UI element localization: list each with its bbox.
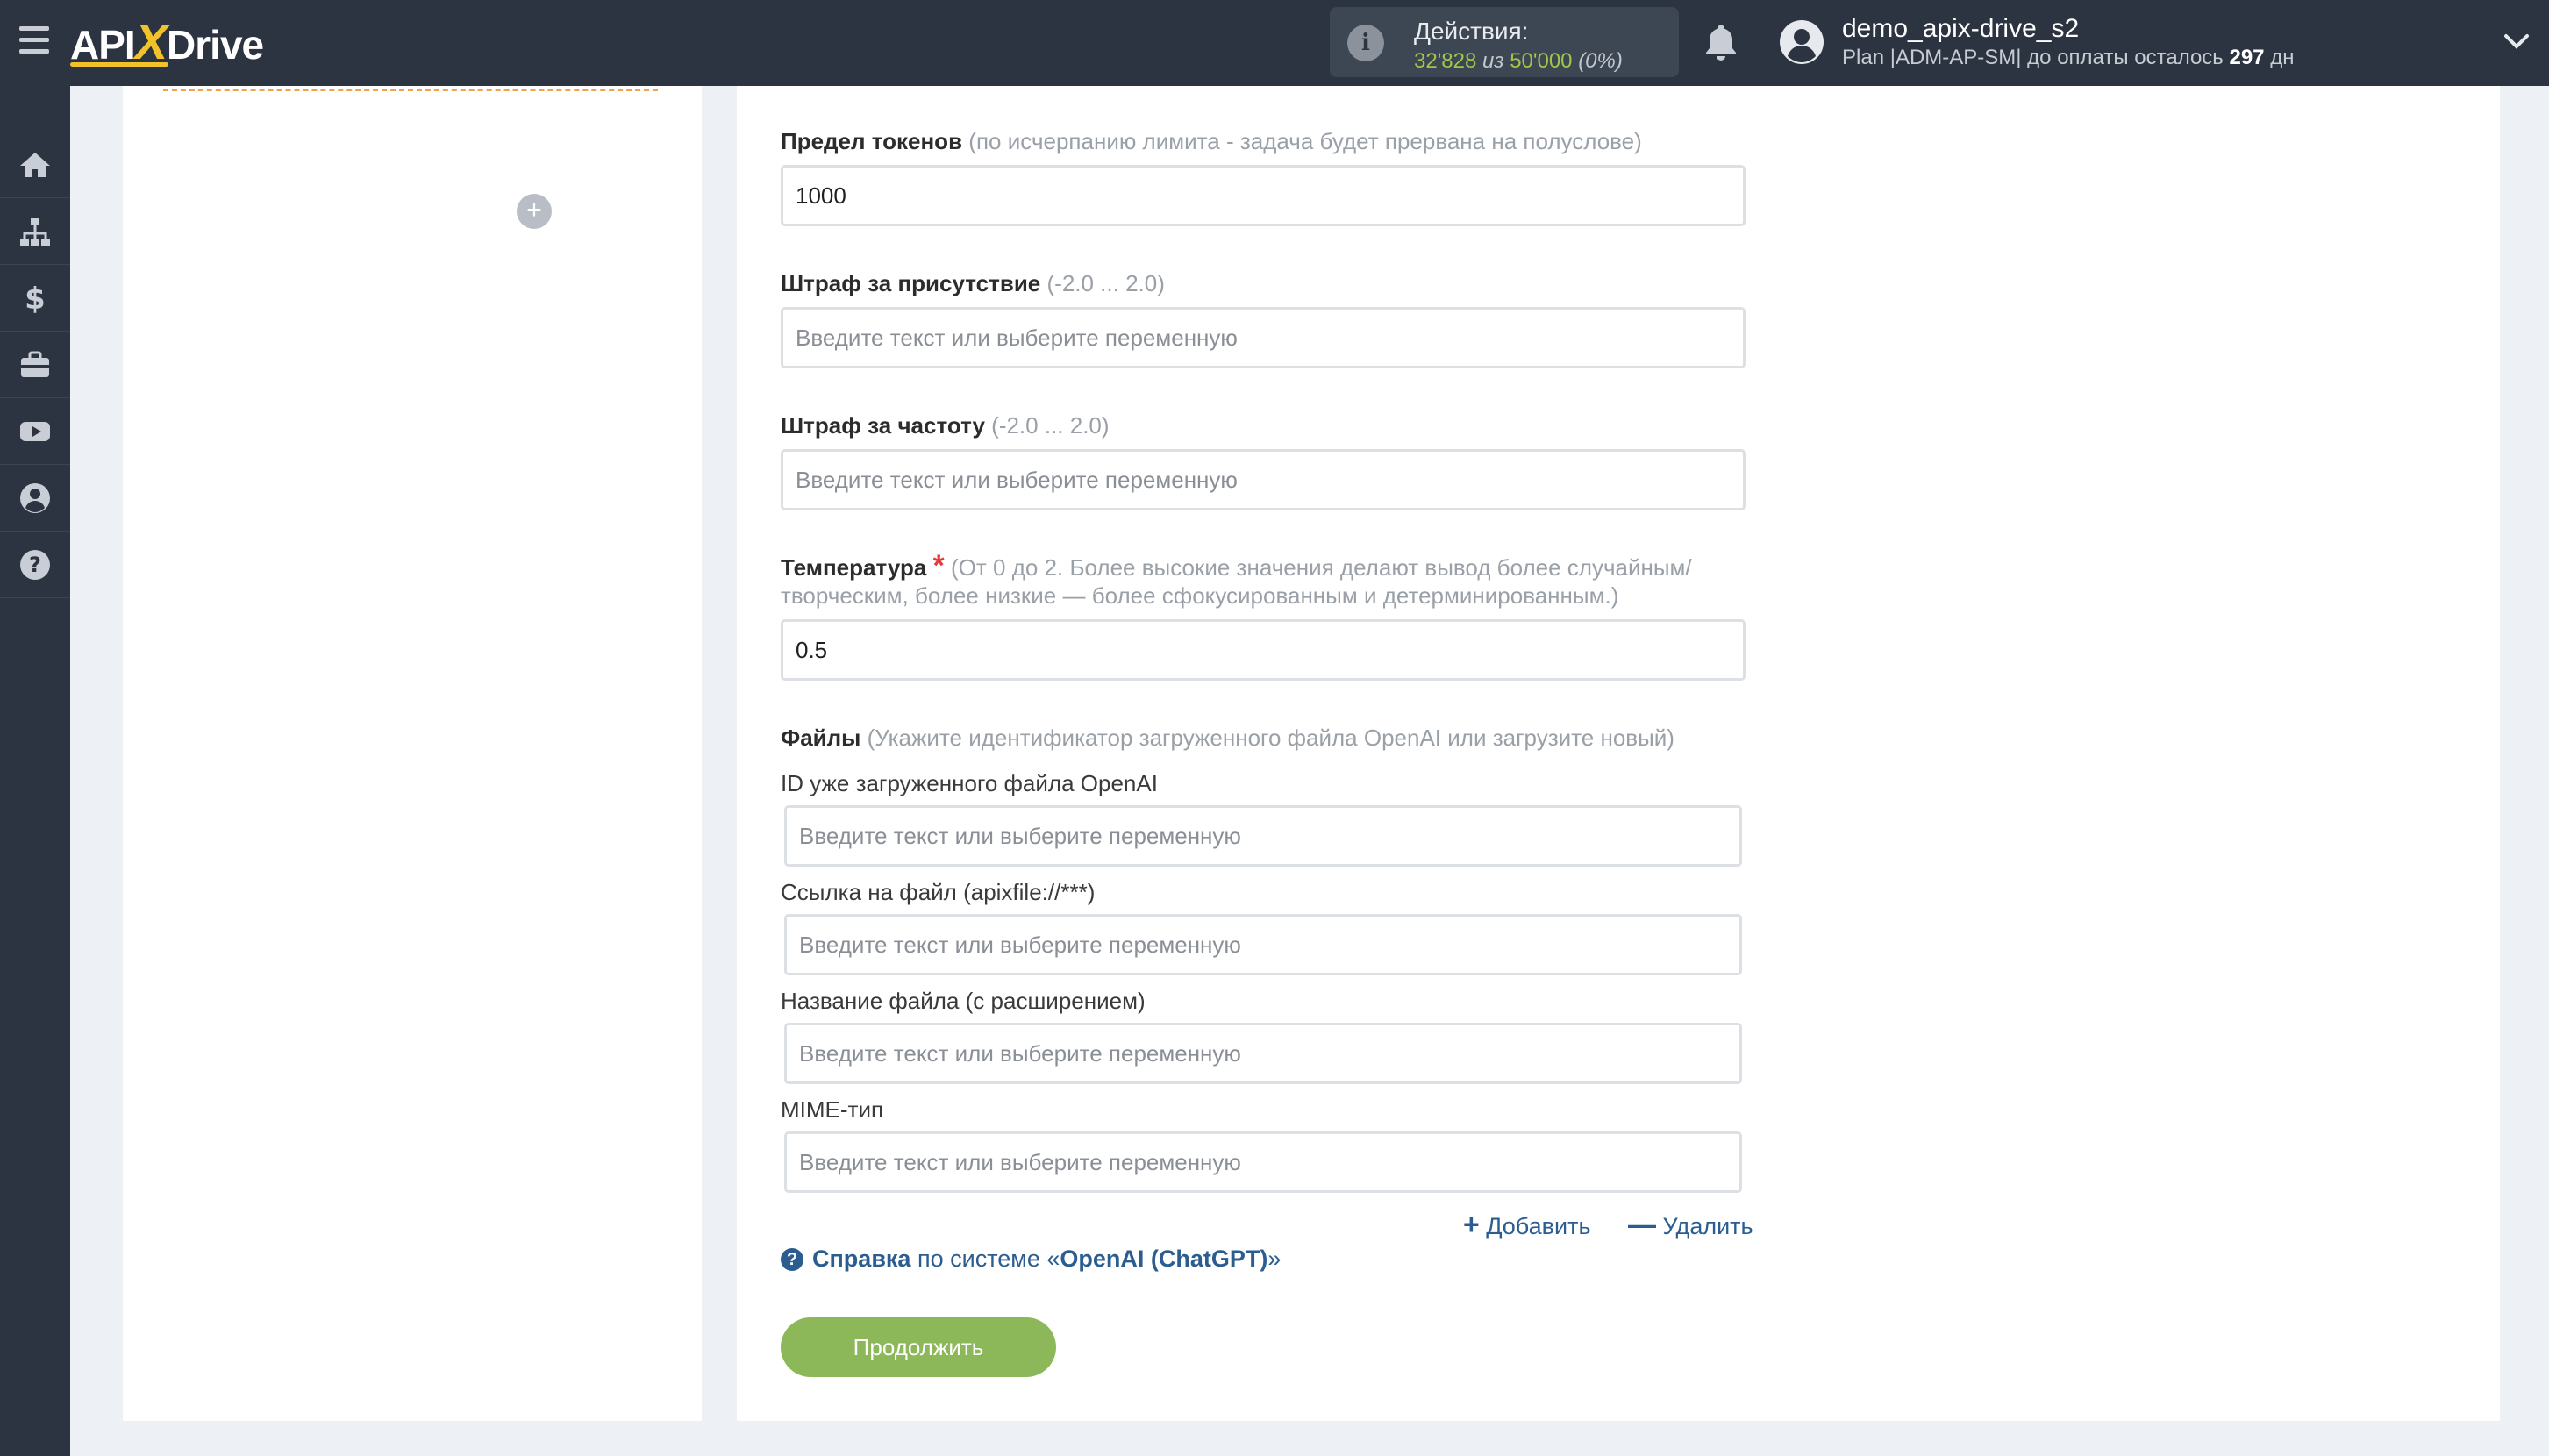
file-link-label: Ссылка на файл (apixfile://***) — [781, 879, 1096, 905]
sidebar-item-videos[interactable] — [0, 398, 70, 465]
tokens-input[interactable] — [781, 165, 1746, 226]
sidebar-item-help[interactable]: ? — [0, 532, 70, 598]
chevron-down-icon[interactable] — [2502, 28, 2531, 54]
home-icon — [20, 152, 50, 177]
file-name-input[interactable] — [784, 1023, 1742, 1084]
settings-form: Предел токенов (по исчерпанию лимита - з… — [737, 86, 2500, 1421]
notifications-bell-icon[interactable] — [1703, 23, 1739, 61]
help-icon: ? — [20, 549, 50, 580]
briefcase-icon — [21, 351, 49, 377]
sitemap-icon — [20, 217, 50, 246]
tokens-label: Предел токенов (по исчерпанию лимита - з… — [781, 128, 1642, 154]
minus-icon: — — [1628, 1209, 1656, 1240]
temperature-input[interactable] — [781, 619, 1746, 681]
connector-line — [163, 86, 658, 91]
help-link[interactable]: ? Справка по системе «OpenAI (ChatGPT)» — [781, 1245, 1281, 1273]
svg-text:?: ? — [29, 553, 41, 577]
presence-penalty-label: Штраф за присутствие (-2.0 ... 2.0) — [781, 270, 1165, 296]
continue-button[interactable]: Продолжить — [781, 1317, 1056, 1377]
sidebar-item-home[interactable] — [0, 132, 70, 198]
sidebar-item-account[interactable] — [0, 465, 70, 532]
user-name[interactable]: demo_apix-drive_s2 — [1842, 14, 2079, 44]
plus-icon: + — [1463, 1209, 1480, 1240]
steps-panel: + — [123, 86, 702, 1421]
file-id-label: ID уже загруженного файла OpenAI — [781, 770, 1158, 796]
youtube-icon — [20, 421, 50, 441]
dollar-icon: $ — [25, 282, 46, 316]
frequency-penalty-label: Штраф за частоту (-2.0 ... 2.0) — [781, 412, 1110, 439]
frequency-penalty-input[interactable] — [781, 449, 1746, 510]
top-bar: APIXDrive i Действия: 32'828 из 50'000 (… — [0, 0, 2549, 86]
temperature-hint-line2: творческим, более низкие — более сфокуси… — [781, 582, 1619, 609]
file-name-label: Название файла (с расширением) — [781, 988, 1146, 1014]
user-circle-icon — [20, 482, 50, 513]
sidebar-item-connections[interactable] — [0, 198, 70, 265]
svg-text:$: $ — [25, 282, 46, 316]
files-label: Файлы (Укажите идентификатор загруженног… — [781, 724, 1674, 751]
sidebar-item-billing[interactable]: $ — [0, 265, 70, 332]
apixdrive-logo[interactable]: APIXDrive — [70, 14, 264, 70]
sidebar: $ ? — [0, 86, 70, 1456]
actions-counter: i Действия: 32'828 из 50'000 (0%) — [1330, 7, 1679, 77]
question-icon: ? — [781, 1248, 803, 1271]
actions-counts: 32'828 из 50'000 (0%) — [1414, 49, 1623, 73]
file-link-input[interactable] — [784, 914, 1742, 975]
required-mark: * — [932, 549, 945, 582]
add-step-button[interactable]: + — [517, 194, 552, 229]
mime-type-label: MIME-тип — [781, 1096, 884, 1123]
info-icon: i — [1347, 25, 1384, 61]
file-id-input[interactable] — [784, 805, 1742, 867]
avatar[interactable] — [1779, 19, 1824, 65]
mime-type-input[interactable] — [784, 1131, 1742, 1193]
presence-penalty-input[interactable] — [781, 307, 1746, 368]
actions-label: Действия: — [1414, 18, 1529, 45]
menu-toggle-icon[interactable] — [19, 26, 49, 58]
plan-info: Plan |ADM-AP-SM| до оплаты осталось 297 … — [1842, 46, 2295, 69]
temperature-label: Температура * (От 0 до 2. Более высокие … — [781, 549, 1692, 582]
remove-file-button[interactable]: — Удалить — [1628, 1209, 1753, 1241]
add-file-button[interactable]: + Добавить — [1463, 1209, 1591, 1241]
sidebar-item-projects[interactable] — [0, 332, 70, 398]
